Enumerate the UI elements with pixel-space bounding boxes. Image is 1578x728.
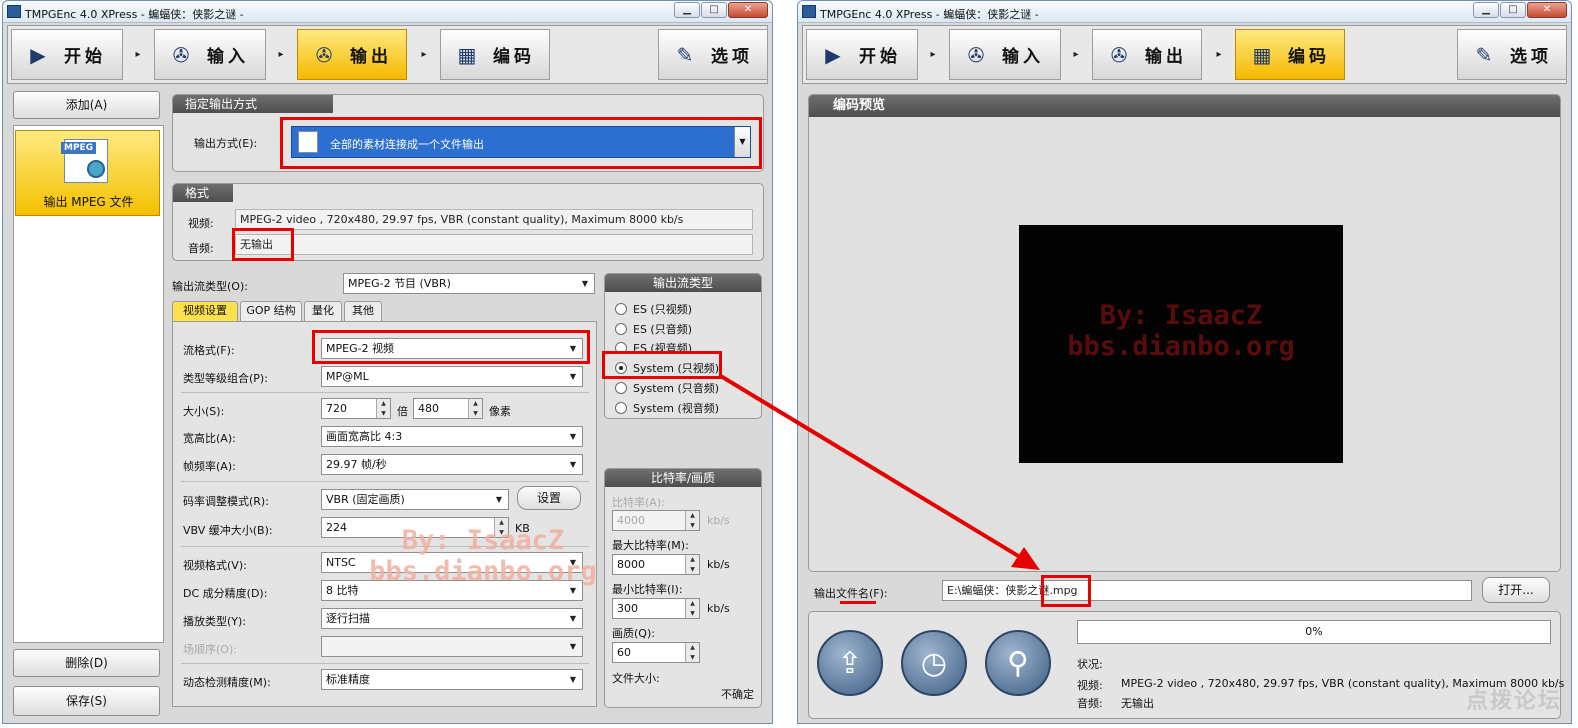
annotation-arrow [717, 373, 1040, 570]
